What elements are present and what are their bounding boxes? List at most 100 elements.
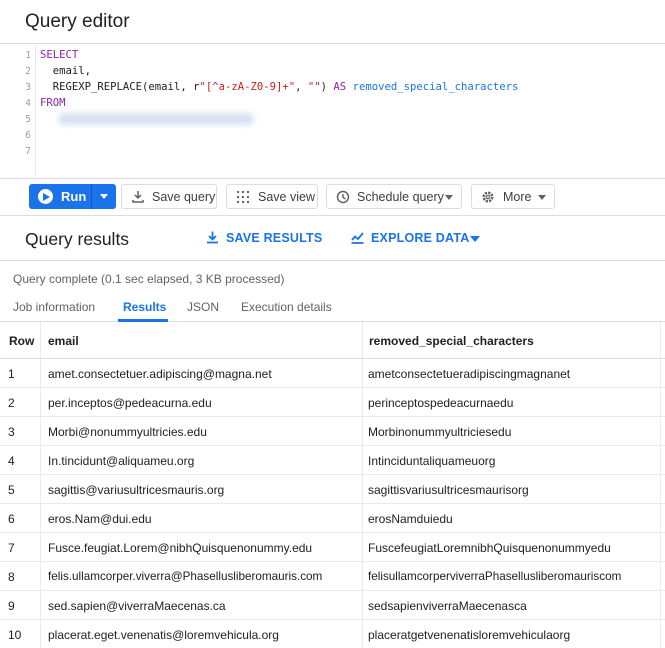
line-number: 7 — [25, 146, 31, 157]
row-number: 7 — [8, 541, 15, 555]
cleaned-cell: felisullamcorperviverraPhasellusliberoma… — [368, 570, 622, 583]
code-line-4[interactable]: FROM — [40, 97, 66, 109]
code-string: "[^a-zA-Z0-9]+" — [199, 81, 296, 93]
table-row[interactable]: 7 Fusce.feugiat.Lorem@nibhQuisquenonummy… — [0, 533, 665, 562]
code-line-2[interactable]: email, — [40, 65, 91, 77]
table-row[interactable]: 2 per.inceptos@pedeacurna.edu perincepto… — [0, 388, 665, 417]
column-header-row: Row — [9, 334, 35, 348]
cleaned-cell: FuscefeugiatLoremnibhQuisquenonummyedu — [368, 541, 611, 555]
tab-results[interactable]: Results — [123, 300, 166, 314]
table-row[interactable]: 1 amet.consectetuer.adipiscing@magna.net… — [0, 359, 665, 388]
schedule-query-label: Schedule query — [357, 190, 444, 204]
email-cell: Morbi@nonummyultricies.edu — [48, 425, 207, 439]
run-button-group: Run — [29, 184, 116, 209]
column-header-email[interactable]: email — [48, 334, 79, 348]
table-row[interactable]: 10 placerat.eget.venenatis@loremvehicula… — [0, 620, 665, 648]
run-options-dropdown[interactable] — [92, 184, 116, 209]
run-label: Run — [61, 189, 87, 204]
sql-editor[interactable]: 1 2 3 4 5 6 7 SELECT email, REGEXP_REPLA… — [0, 45, 665, 177]
cleaned-cell: Morbinonummyultriciesedu — [368, 425, 512, 439]
row-number: 4 — [8, 454, 15, 468]
table-row[interactable]: 3 Morbi@nonummyultricies.edu Morbinonumm… — [0, 417, 665, 446]
row-number: 2 — [8, 396, 15, 410]
email-cell: placerat.eget.venenatis@loremvehicula.or… — [48, 628, 279, 642]
table-row[interactable]: 6 eros.Nam@dui.edu erosNamduiedu — [0, 504, 665, 533]
code-punct: , — [295, 81, 308, 93]
play-icon — [38, 189, 53, 204]
line-number: 1 — [25, 50, 31, 61]
grid-icon — [237, 191, 249, 203]
row-number: 9 — [8, 599, 15, 613]
cleaned-cell: sedsapienviverraMaecenasca — [368, 599, 527, 613]
more-label: More — [503, 190, 532, 204]
table-header-row: Row email removed_special_characters — [0, 322, 665, 359]
save-view-label: Save view — [258, 190, 315, 204]
row-number: 6 — [8, 512, 15, 526]
cleaned-cell: erosNamduiedu — [368, 512, 453, 526]
chevron-down-icon — [538, 195, 546, 200]
run-button[interactable]: Run — [29, 184, 87, 209]
cleaned-cell: ametconsectetueradipiscingmagnanet — [368, 367, 571, 381]
save-icon — [132, 191, 144, 203]
email-cell: sagittis@variusultricesmauris.org — [48, 483, 225, 497]
email-cell: In.tincidunt@aliquameu.org — [48, 454, 195, 468]
line-number: 2 — [25, 66, 31, 77]
schedule-query-button[interactable]: Schedule query — [326, 184, 462, 209]
code-punct: ) — [320, 81, 334, 93]
tab-json[interactable]: JSON — [187, 300, 219, 314]
tab-execution-details[interactable]: Execution details — [241, 300, 332, 314]
code-line-3[interactable]: REGEXP_REPLACE(email, r"[^a-zA-Z0-9]+", … — [40, 81, 519, 93]
email-cell: sed.sapien@viverraMaecenas.ca — [48, 599, 226, 613]
chevron-down-icon — [445, 195, 453, 200]
explore-data-button[interactable]: EXPLORE DATA — [371, 231, 469, 245]
row-number: 5 — [8, 483, 15, 497]
cleaned-cell: placeratgetvenenatisloremvehiculaorg — [368, 628, 571, 642]
redacted-table-name — [58, 113, 254, 125]
tab-job-information[interactable]: Job information — [13, 300, 95, 314]
cleaned-cell: sagittisvariusultricesmaurisorg — [368, 483, 529, 497]
table-row[interactable]: 4 In.tincidunt@aliquameu.org Intincidunt… — [0, 446, 665, 475]
line-number-gutter: 1 2 3 4 5 6 7 — [0, 45, 36, 177]
results-table: Row email removed_special_characters 1 a… — [0, 322, 665, 648]
email-cell: eros.Nam@dui.edu — [48, 512, 152, 526]
save-results-button[interactable]: SAVE RESULTS — [226, 231, 322, 245]
code-keyword: AS — [333, 81, 347, 93]
table-row[interactable]: 5 sagittis@variusultricesmauris.org sagi… — [0, 475, 665, 504]
chart-icon[interactable] — [350, 230, 365, 245]
table-row[interactable]: 9 sed.sapien@viverraMaecenas.ca sedsapie… — [0, 591, 665, 620]
row-number: 10 — [8, 628, 22, 642]
query-editor-title: Query editor — [25, 11, 130, 32]
code-string: "" — [307, 81, 321, 93]
save-query-label: Save query — [152, 190, 216, 204]
column-header-removed-special-characters[interactable]: removed_special_characters — [369, 334, 534, 348]
email-cell: per.inceptos@pedeacurna.edu — [48, 396, 212, 410]
save-query-button[interactable]: Save query — [121, 184, 217, 209]
query-results-header: Query results SAVE RESULTS EXPLORE DATA — [0, 217, 665, 261]
query-toolbar: Run Save query Save view Schedule query — [0, 178, 665, 216]
cleaned-cell: Intinciduntaliquameuorg — [368, 454, 496, 468]
query-status: Query complete (0.1 sec elapsed, 3 KB pr… — [13, 272, 285, 286]
table-row[interactable]: 8 felis.ullamcorper.viverra@Phaselluslib… — [0, 562, 665, 591]
row-number: 3 — [8, 425, 15, 439]
results-tabs: Job information Results JSON Execution d… — [0, 293, 665, 322]
query-editor-header: Query editor — [0, 0, 665, 44]
clock-icon — [336, 190, 350, 204]
email-cell: felis.ullamcorper.viverra@Phasellusliber… — [48, 570, 323, 583]
cleaned-cell: perinceptospedeacurnaedu — [368, 396, 514, 410]
download-icon[interactable] — [205, 230, 220, 245]
code-alias: removed_special_characters — [346, 81, 519, 93]
save-view-button[interactable]: Save view — [226, 184, 318, 209]
email-cell: amet.consectetuer.adipiscing@magna.net — [48, 367, 272, 381]
more-button[interactable]: More — [471, 184, 555, 209]
line-number: 6 — [25, 130, 31, 141]
chevron-down-icon[interactable] — [470, 236, 480, 242]
line-number: 3 — [25, 82, 31, 93]
code-line-1[interactable]: SELECT — [40, 49, 78, 61]
row-number: 8 — [8, 570, 15, 584]
line-number: 5 — [25, 114, 31, 125]
row-number: 1 — [8, 367, 15, 381]
email-cell: Fusce.feugiat.Lorem@nibhQuisquenonummy.e… — [48, 541, 313, 555]
query-results-title: Query results — [25, 229, 130, 249]
line-number: 4 — [25, 98, 31, 109]
code-function: REGEXP_REPLACE(email, r — [40, 81, 200, 93]
